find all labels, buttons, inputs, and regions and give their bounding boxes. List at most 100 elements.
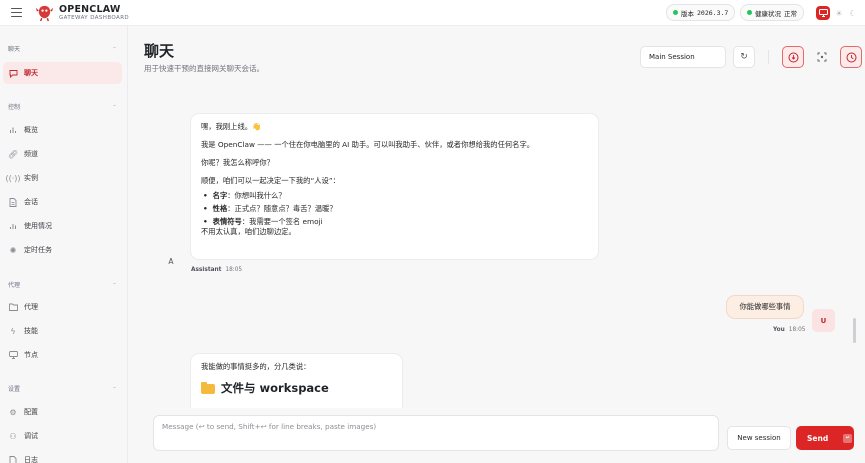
- scrollbar[interactable]: [853, 318, 856, 343]
- collapse-icon[interactable]: –: [113, 44, 116, 51]
- folder-icon: [8, 303, 18, 311]
- list-item: 表情符号：我需要一个签名 emoji: [203, 217, 588, 227]
- section-settings-heading: 设置: [8, 386, 21, 393]
- sidebar-item-skills[interactable]: ϟ 技能: [3, 320, 122, 342]
- bug-icon: ⚇: [9, 431, 17, 441]
- monitor-theme-icon[interactable]: [816, 6, 830, 20]
- list-item-label: 名字: [212, 191, 228, 201]
- version-badge: 版本 2026.3.7: [666, 4, 736, 21]
- sidebar-item-agents[interactable]: 代理: [3, 296, 122, 318]
- message-composer[interactable]: [153, 415, 719, 451]
- log-icon: [8, 455, 18, 463]
- settings-icon: ⚙: [9, 407, 17, 417]
- sidebar-item-label: 定时任务: [24, 246, 52, 254]
- brain-icon: [788, 52, 798, 62]
- usage-bars-icon: [8, 222, 18, 230]
- sender-name: Assistant: [191, 267, 222, 273]
- clock-icon: [846, 52, 856, 62]
- section-control-heading: 控制: [8, 104, 21, 111]
- sidebar-item-overview[interactable]: 概览: [3, 119, 122, 141]
- section-chat-heading: 聊天: [8, 46, 21, 53]
- sidebar-item-nodes[interactable]: 节点: [3, 344, 122, 366]
- brand-title: OPENCLAW: [59, 4, 121, 15]
- moon-theme-icon[interactable]: ☾: [846, 6, 860, 20]
- section-agents-heading: 代理: [8, 282, 21, 289]
- sidebar-item-sessions[interactable]: 会话: [3, 191, 122, 213]
- sun-theme-icon[interactable]: ☀: [832, 6, 846, 20]
- menu-icon[interactable]: [11, 8, 22, 17]
- message-input[interactable]: [154, 416, 718, 450]
- message-line: 嘿，我刚上线。👋: [201, 122, 262, 131]
- health-dot-icon: [747, 10, 752, 15]
- message-meta: Assistant 18:05: [191, 267, 242, 273]
- heading-text: 文件与 workspace: [221, 380, 329, 395]
- monitor-icon: [8, 351, 18, 359]
- link-icon: 🔗︎: [7, 149, 19, 159]
- sidebar-item-logs[interactable]: 日志: [3, 449, 122, 463]
- list-item-text: ：正式点？随意点？毒舌？温暖？: [227, 204, 337, 214]
- focus-mode-button[interactable]: [811, 46, 833, 68]
- page-title: 聊天: [144, 42, 175, 60]
- thinking-toggle-button[interactable]: [782, 46, 804, 68]
- message-square-icon: [8, 69, 18, 78]
- divider: [768, 50, 769, 64]
- sidebar-item-label: 聊天: [24, 69, 38, 77]
- enter-key-icon: ↵: [843, 433, 853, 443]
- zap-icon: ϟ: [10, 326, 16, 336]
- message-heading: 文件与 workspace: [201, 381, 392, 397]
- message-meta: You 18:05: [773, 327, 806, 333]
- new-session-button[interactable]: New session: [727, 426, 791, 450]
- assistant-message: 嘿，我刚上线。👋 我是 OpenClaw —— 一个住在你电脑里的 AI 助手。…: [190, 113, 599, 260]
- bar-chart-icon: [8, 126, 18, 134]
- sidebar-item-label: 代理: [24, 303, 38, 311]
- collapse-icon[interactable]: –: [113, 102, 116, 109]
- health-badge: 健康状况 正常: [740, 4, 804, 21]
- list-item-text: ：你想叫我什么？: [227, 191, 286, 201]
- sidebar-item-label: 日志: [24, 456, 38, 463]
- message-line: 你呢？我怎么称呼你？: [201, 157, 274, 167]
- brand-subtitle: GATEWAY DASHBOARD: [59, 15, 130, 21]
- schedule-button[interactable]: [840, 46, 862, 68]
- version-value: 2026.3.7: [697, 8, 729, 17]
- health-value: 正常: [784, 9, 797, 18]
- sidebar-item-label: 配置: [24, 408, 38, 416]
- folder-icon: [201, 381, 215, 394]
- message-line: 我是 OpenClaw —— 一个住在你电脑里的 AI 助手。可以叫我助手、伙伴…: [201, 139, 535, 149]
- sender-name: You: [773, 327, 785, 333]
- sidebar-item-usage[interactable]: 使用情况: [3, 215, 122, 237]
- radio-icon: ((·)): [5, 173, 21, 183]
- message-line: 顺便，咱们可以一起决定一下我的“人设”：: [201, 175, 340, 185]
- sidebar-item-debug[interactable]: ⚇ 调试: [3, 425, 122, 447]
- session-select[interactable]: Main Session: [640, 46, 726, 68]
- assistant-message: 我能做的事情挺多的，分几类说： 文件与 workspace: [190, 353, 403, 413]
- refresh-icon: ↻: [740, 52, 748, 62]
- sidebar-item-instances[interactable]: ((·)) 实例: [3, 167, 122, 189]
- focus-icon: [817, 52, 827, 62]
- message-line: 我能做的事情挺多的，分几类说：: [201, 362, 311, 371]
- collapse-icon[interactable]: –: [113, 384, 116, 391]
- list-item-label: 性格: [212, 204, 228, 214]
- refresh-button[interactable]: ↻: [733, 46, 755, 68]
- send-label: Send: [807, 433, 829, 443]
- collapse-icon[interactable]: –: [113, 280, 116, 287]
- list-item-label: 表情符号: [212, 217, 242, 227]
- sidebar-item-label: 调试: [24, 432, 38, 440]
- sidebar-item-chat[interactable]: 聊天: [3, 62, 122, 84]
- openclaw-logo: [35, 5, 54, 22]
- user-message: 你能做哪些事情: [726, 295, 804, 319]
- sidebar-item-channels[interactable]: 🔗︎ 频道: [3, 143, 122, 165]
- sidebar-item-label: 技能: [24, 327, 38, 335]
- status-dot-icon: [673, 10, 678, 15]
- sidebar-item-label: 节点: [24, 351, 38, 359]
- assistant-avatar: A: [168, 257, 174, 266]
- send-button[interactable]: Send ↵: [796, 426, 854, 450]
- timestamp: 18:05: [225, 267, 243, 273]
- sidebar-item-config[interactable]: ⚙ 配置: [3, 401, 122, 423]
- version-label: 版本: [681, 9, 694, 18]
- list-item: 性格：正式点？随意点？毒舌？温暖？: [203, 204, 588, 214]
- sidebar-item-label: 使用情况: [24, 222, 52, 230]
- sidebar-item-cron[interactable]: ✺ 定时任务: [3, 239, 122, 261]
- message-line: 不用太认真，咱们边聊边定。: [201, 226, 296, 236]
- sidebar-item-label: 频道: [24, 150, 38, 158]
- timestamp: 18:05: [788, 327, 806, 333]
